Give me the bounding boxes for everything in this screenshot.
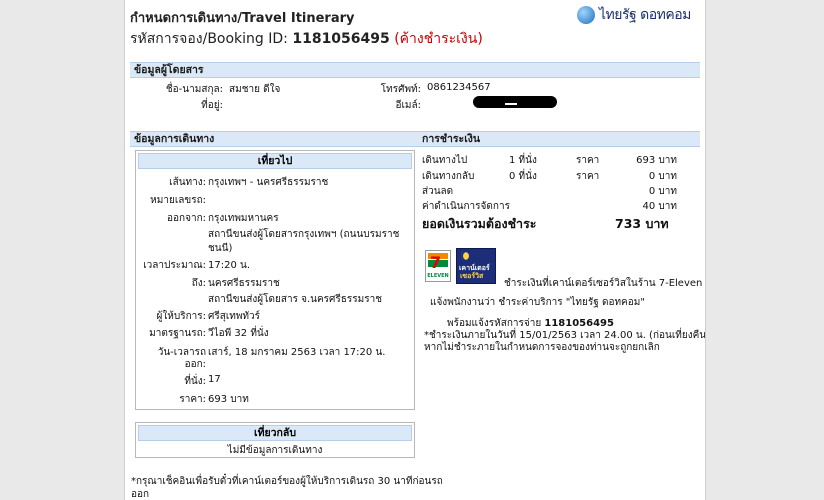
return-title: เที่ยวกลับ — [138, 425, 412, 441]
payment-row-qty: 1 ที่นั่ง — [509, 155, 537, 166]
itinerary-sheet: กำหนดการเดินทาง/Travel Itinerary รหัสการ… — [124, 0, 706, 500]
payment-row-label: เดินทางกลับ — [422, 171, 475, 182]
trip-row-label: ที่นั่ง: — [184, 376, 206, 387]
return-none-text: ไม่มีข้อมูลการเดินทาง — [227, 445, 323, 456]
payment-row-amount: 40 บาท — [642, 201, 677, 212]
trip-row-label: ราคา: — [179, 394, 206, 405]
email-label: อีเมล์: — [395, 100, 421, 111]
logo-text: ไทยรัฐ ดอทคอม — [599, 7, 691, 23]
trip-row-label: ผู้ให้บริการ: — [156, 311, 206, 322]
name-value: สมชาย ดีใจ — [229, 84, 281, 95]
payment-row-price-label: ราคา — [576, 155, 600, 166]
outbound-title: เที่ยวไป — [138, 153, 412, 169]
name-label: ชื่อ-นามสกุล: — [165, 84, 223, 95]
trip-row-value: สถานีขนส่งผู้โดยสาร จ.นครศรีธรรมราช — [208, 294, 382, 305]
booking-prefix: รหัสการจอง/Booking ID: — [130, 31, 288, 47]
trip-row-label: เวลาประมาณ: — [143, 260, 206, 271]
total-label: ยอดเงินรวมต้องชำระ — [422, 216, 537, 231]
trip-row-value: ชนนี) — [208, 243, 233, 254]
payment-section-header: การชำระเงิน — [418, 131, 700, 147]
payment-row-label: ส่วนลด — [422, 186, 454, 197]
booking-line: รหัสการจอง/Booking ID: 1181056495 (ค้างช… — [130, 28, 483, 50]
trip-section-header: ข้อมูลการเดินทาง — [130, 131, 418, 147]
redacted-email — [473, 96, 557, 108]
payment-status-badge: (ค้างชำระเงิน) — [394, 31, 483, 47]
booking-id: 1181056495 — [292, 31, 390, 47]
seven-eleven-number: 7 — [430, 253, 442, 272]
payment-info-1: ชำระเงินที่เคาน์เตอร์เซอร์วิสในร้าน 7-El… — [504, 278, 703, 289]
counter-service-line2: เซอร์วิส — [460, 272, 484, 280]
payment-row-qty: 0 ที่นั่ง — [509, 171, 537, 182]
page-title: กำหนดการเดินทาง/Travel Itinerary — [130, 11, 355, 26]
trip-row-value: นครศรีธรรมราช — [208, 278, 280, 289]
payment-info-2: แจ้งพนักงานว่า ชำระค่าบริการ "ไทยรัฐ ดอท… — [430, 297, 645, 308]
trip-row-value: 693 บาท — [208, 394, 249, 405]
checkin-footnote: *กรุณาเช็คอินเพื่อรับตั๋วที่เคาน์เตอร์ขอ… — [131, 476, 443, 487]
trip-row-label: มาตรฐานรถ: — [149, 328, 206, 339]
trip-row-value: ศรีสุเทพทัวร์ — [208, 311, 261, 322]
trip-row-label: ออกจาก: — [167, 213, 206, 224]
counter-service-logo: เคาน์เตอร์ เซอร์วิส — [456, 248, 496, 284]
trip-row-value: 17:20 น. — [208, 260, 251, 271]
payment-row-amount: 0 บาท — [648, 171, 677, 182]
trip-row-value: กรุงเทพมหานคร — [208, 213, 279, 224]
checkin-footnote-cont: ออก — [131, 489, 150, 500]
globe-icon — [577, 6, 595, 24]
trip-row-value: สถานีขนส่งผู้โดยสารกรุงเทพฯ (ถนนบรมราช — [208, 229, 400, 240]
trip-row-label: หมายเลขรถ: — [150, 195, 206, 206]
moon-icon — [461, 252, 469, 260]
seven-eleven-logo: 7 ELEVEN — [425, 250, 451, 282]
total-value: 733 บาท — [615, 216, 669, 231]
trip-row-value: วีไอพี 32 ที่นั่ง — [208, 328, 269, 339]
trip-row-value: กรุงเทพฯ - นครศรีธรรมราช — [208, 177, 329, 188]
payment-cancel-warning: หากไม่ชำระภายในกำหนดการจองของท่านจะถูกยก… — [424, 342, 660, 353]
trip-row-value: 17 — [208, 374, 221, 385]
payment-row-label: ค่าดำเนินการจัดการ — [422, 201, 510, 212]
passenger-section-header: ข้อมูลผู้โดยสาร — [130, 62, 700, 78]
redacted-email-underscore — [505, 103, 517, 105]
payment-row-price-label: ราคา — [576, 171, 600, 182]
payment-row-amount: 0 บาท — [648, 186, 677, 197]
trip-row-label: ถึง: — [191, 278, 206, 289]
outbound-trip-box: เที่ยวไป เส้นทาง: กรุงเทพฯ - นครศรีธรรมรา… — [135, 150, 415, 410]
thairath-logo: ไทยรัฐ ดอทคอม — [577, 4, 703, 26]
seven-eleven-text: ELEVEN — [427, 273, 449, 279]
payment-row-amount: 693 บาท — [636, 155, 677, 166]
return-trip-box: เที่ยวกลับ ไม่มีข้อมูลการเดินทาง — [135, 422, 415, 458]
payment-row-label: เดินทางไป — [422, 155, 468, 166]
address-label: ที่อยู่: — [201, 100, 223, 111]
phone-label: โทรศัพท์: — [380, 84, 421, 95]
phone-value: 0861234567 — [427, 82, 491, 93]
trip-row-label: ออก: — [184, 359, 206, 370]
trip-row-label: เส้นทาง: — [169, 177, 206, 188]
trip-row-value: เสาร์, 18 มกราคม 2563 เวลา 17:20 น. — [208, 347, 386, 358]
